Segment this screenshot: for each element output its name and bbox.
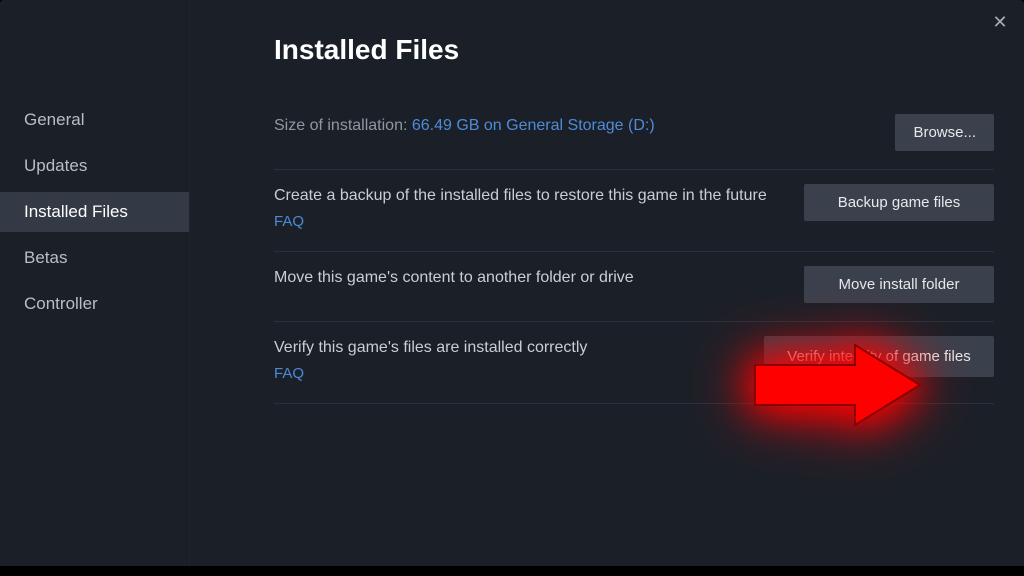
sidebar-item-updates[interactable]: Updates xyxy=(0,146,189,186)
sidebar-item-label: Updates xyxy=(24,156,87,175)
move-row: Move this game's content to another fold… xyxy=(274,252,994,322)
verify-button[interactable]: Verify integrity of game files xyxy=(764,336,994,377)
backup-row: Create a backup of the installed files t… xyxy=(274,170,994,252)
verify-description: Verify this game's files are installed c… xyxy=(274,339,587,356)
sidebar-item-general[interactable]: General xyxy=(0,100,189,140)
sidebar-item-installed-files[interactable]: Installed Files xyxy=(0,192,189,232)
backup-description: Create a backup of the installed files t… xyxy=(274,187,767,204)
sidebar-item-betas[interactable]: Betas xyxy=(0,238,189,278)
main-panel: Installed Files Size of installation: 66… xyxy=(190,0,1024,576)
sidebar: General Updates Installed Files Betas Co… xyxy=(0,0,190,576)
properties-window: ✕ General Updates Installed Files Betas … xyxy=(0,0,1024,576)
size-label: Size of installation: xyxy=(274,117,407,134)
page-title: Installed Files xyxy=(274,34,994,66)
sidebar-item-controller[interactable]: Controller xyxy=(0,284,189,324)
verify-faq-link[interactable]: FAQ xyxy=(274,363,744,385)
move-text: Move this game's content to another fold… xyxy=(274,266,804,289)
browse-button[interactable]: Browse... xyxy=(895,114,994,151)
sidebar-item-label: Controller xyxy=(24,294,98,313)
backup-faq-link[interactable]: FAQ xyxy=(274,211,784,233)
sidebar-item-label: Betas xyxy=(24,248,67,267)
sidebar-item-label: Installed Files xyxy=(24,202,128,221)
verify-text: Verify this game's files are installed c… xyxy=(274,336,764,385)
move-description: Move this game's content to another fold… xyxy=(274,269,634,286)
size-row: Size of installation: 66.49 GB on Genera… xyxy=(274,100,994,170)
verify-row: Verify this game's files are installed c… xyxy=(274,322,994,404)
move-button[interactable]: Move install folder xyxy=(804,266,994,303)
backup-text: Create a backup of the installed files t… xyxy=(274,184,804,233)
size-text: Size of installation: 66.49 GB on Genera… xyxy=(274,114,895,137)
size-value-link[interactable]: 66.49 GB on General Storage (D:) xyxy=(412,117,655,134)
sidebar-item-label: General xyxy=(24,110,84,129)
backup-button[interactable]: Backup game files xyxy=(804,184,994,221)
